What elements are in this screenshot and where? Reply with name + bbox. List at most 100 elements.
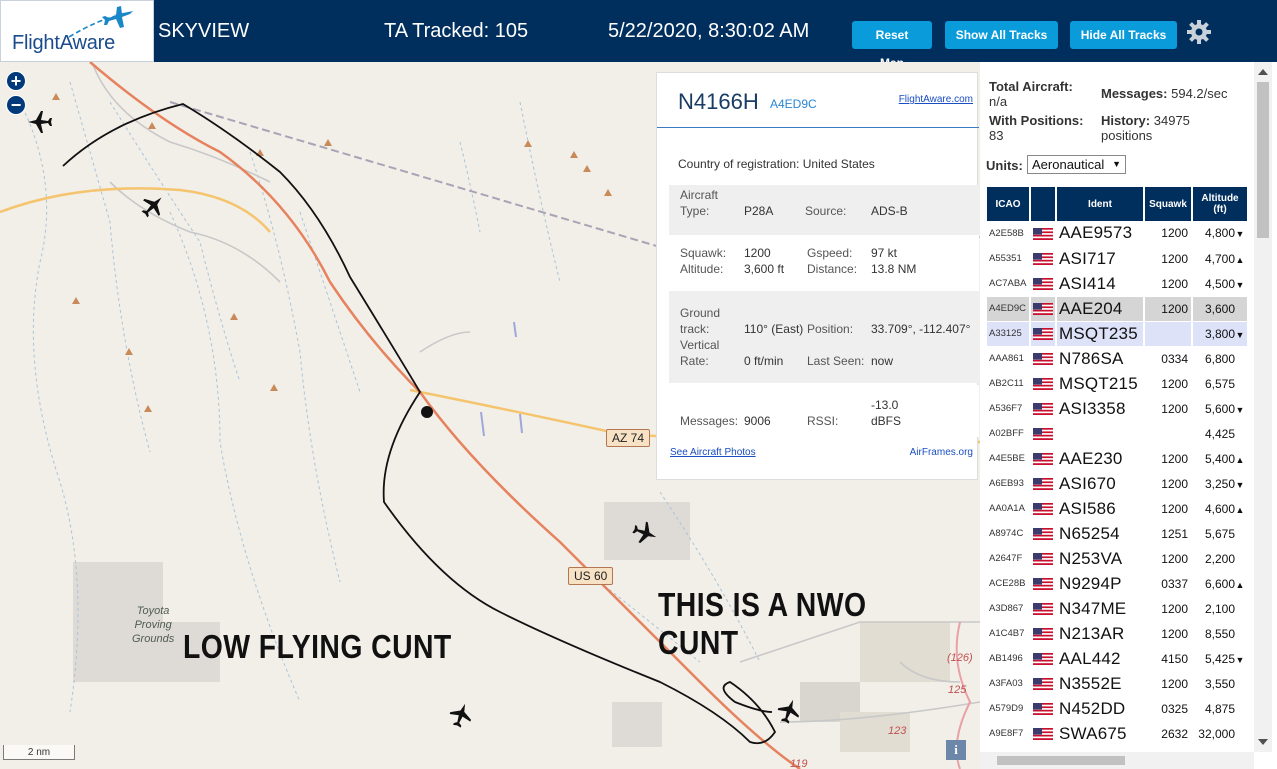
- cell-squawk: 1200: [1144, 496, 1193, 522]
- flightaware-logo[interactable]: FlightAware: [0, 0, 154, 62]
- cell-ident: ASI3358: [1056, 396, 1145, 422]
- cell-ident: ASI670: [1056, 471, 1145, 497]
- table-row[interactable]: A3D867 N347ME 1200 2,100: [987, 596, 1249, 622]
- altitude-value: 3,550: [1204, 676, 1235, 691]
- vertical-trend-icon: ▲: [1235, 254, 1245, 265]
- info-button[interactable]: i: [946, 740, 966, 760]
- table-row[interactable]: ACE28B N9294P 0337 6,600▲: [987, 571, 1249, 597]
- table-row[interactable]: A02BFF 4,425: [987, 421, 1249, 447]
- table-row[interactable]: A4ED9C AAE204 1200 3,600: [987, 296, 1249, 322]
- us-flag-icon: [1033, 228, 1053, 241]
- table-row[interactable]: AAA861 N786SA 0334 6,800: [987, 346, 1249, 372]
- cell-altitude: 4,700▲: [1192, 246, 1249, 272]
- cell-altitude: 5,600▼: [1192, 396, 1249, 422]
- cell-ident: AAE230: [1056, 446, 1145, 472]
- table-row[interactable]: A3FA03 N3552E 1200 3,550: [987, 671, 1249, 697]
- col-ident[interactable]: Ident: [1056, 187, 1145, 221]
- us-flag-icon: [1033, 653, 1053, 666]
- us-flag-icon: [1033, 478, 1053, 491]
- cell-squawk: 1200: [1144, 221, 1193, 247]
- cell-icao: A9E8F7: [987, 721, 1031, 747]
- col-icao[interactable]: ICAO: [987, 187, 1031, 221]
- units-select[interactable]: Aeronautical ▼: [1027, 155, 1126, 174]
- cell-altitude: 4,800▼: [1192, 221, 1249, 247]
- show-all-tracks-button[interactable]: Show All Tracks: [945, 21, 1058, 49]
- col-squawk[interactable]: Squawk: [1144, 187, 1193, 221]
- col-flag[interactable]: [1030, 187, 1057, 221]
- us-flag-icon: [1033, 578, 1053, 591]
- us-flag-icon: [1033, 678, 1053, 691]
- cell-flag: [1030, 496, 1057, 522]
- hide-all-tracks-button[interactable]: Hide All Tracks: [1070, 21, 1177, 49]
- zoom-out-button[interactable]: −: [6, 95, 26, 115]
- table-row[interactable]: A2647F N253VA 1200 2,200: [987, 546, 1249, 572]
- aircraft-photos-link[interactable]: See Aircraft Photos: [670, 447, 756, 458]
- airframes-link[interactable]: AirFrames.org: [910, 447, 973, 458]
- us-flag-icon: [1033, 253, 1053, 266]
- route-label-126: (126): [947, 652, 973, 664]
- detail-group-squawk: Squawk: 1200 Gspeed: 97 kt Altitude: 3,6…: [669, 235, 979, 291]
- cell-altitude: 3,600: [1192, 296, 1249, 322]
- tracked-count: TA Tracked: 105: [384, 20, 529, 42]
- table-row[interactable]: A4E5BE AAE230 1200 5,400▲: [987, 446, 1249, 472]
- us-flag-icon: [1033, 278, 1053, 291]
- table-row[interactable]: AA0A1A ASI586 1200 4,600▲: [987, 496, 1249, 522]
- table-row[interactable]: AB1496 AAL442 4150 5,425▼: [987, 646, 1249, 672]
- flightaware-link[interactable]: FlightAware.com: [899, 94, 973, 105]
- table-row[interactable]: A6EB93 ASI670 1200 3,250▼: [987, 471, 1249, 497]
- cell-ident: N65254: [1056, 521, 1145, 547]
- horizontal-scrollbar[interactable]: [980, 752, 1254, 769]
- table-row[interactable]: A55351 ASI717 1200 4,700▲: [987, 246, 1249, 272]
- table-row[interactable]: A1C4B7 N213AR 1200 8,550: [987, 621, 1249, 647]
- us-flag-icon: [1033, 703, 1053, 716]
- table-row[interactable]: A8974C N65254 1251 5,675: [987, 521, 1249, 547]
- hscroll-thumb[interactable]: [997, 756, 1125, 765]
- table-row[interactable]: A536F7 ASI3358 1200 5,600▼: [987, 396, 1249, 422]
- cell-icao: AA0A1A: [987, 496, 1031, 522]
- table-row[interactable]: AC7ABA ASI414 1200 4,500▼: [987, 271, 1249, 297]
- vertical-scrollbar[interactable]: [1254, 62, 1272, 752]
- scroll-up-icon[interactable]: [1258, 69, 1268, 75]
- table-row[interactable]: A33125 MSQT235 3,800▼: [987, 321, 1249, 347]
- messages-stat: Messages: 594.2/sec: [1101, 86, 1228, 101]
- cell-icao: ACE28B: [987, 571, 1031, 597]
- table-row[interactable]: AB2C11 MSQT215 1200 6,575: [987, 371, 1249, 397]
- col-altitude[interactable]: Altitude (ft): [1192, 187, 1249, 221]
- cell-squawk: 1200: [1144, 271, 1193, 297]
- panel-edge: [1272, 62, 1277, 769]
- altitude-value: 4,875: [1204, 701, 1235, 716]
- table-row[interactable]: A2E58B AAE9573 1200 4,800▼: [987, 221, 1249, 247]
- aircraft-detail-panel: N4166H A4ED9C FlightAware.com Country of…: [656, 72, 979, 480]
- table-row[interactable]: A579D9 N452DD 0325 4,875: [987, 696, 1249, 722]
- road-label-us60: US 60: [568, 567, 614, 585]
- vertical-trend-icon: ▲: [1235, 454, 1245, 465]
- cell-squawk: [1144, 421, 1193, 447]
- cell-icao: A579D9: [987, 696, 1031, 722]
- vertical-trend-icon: ▼: [1235, 654, 1245, 665]
- us-flag-icon: [1033, 328, 1053, 341]
- cell-flag: [1030, 571, 1057, 597]
- table-row[interactable]: A9E8F7 SWA675 2632 32,000: [987, 721, 1249, 747]
- altitude-value: 2,200: [1204, 551, 1235, 566]
- altitude-value: 4,700: [1204, 251, 1235, 266]
- cell-squawk: 1200: [1144, 446, 1193, 472]
- cell-squawk: 4150: [1144, 646, 1193, 672]
- gear-icon[interactable]: [1186, 19, 1212, 45]
- cell-altitude: 2,100: [1192, 596, 1249, 622]
- cell-squawk: 1200: [1144, 546, 1193, 572]
- map-scale: 2 nm: [3, 745, 75, 760]
- cell-squawk: 1200: [1144, 671, 1193, 697]
- cell-icao: A4ED9C: [987, 296, 1031, 322]
- cell-icao: A6EB93: [987, 471, 1031, 497]
- cell-squawk: 0334: [1144, 346, 1193, 372]
- cell-altitude: 3,550: [1192, 671, 1249, 697]
- scroll-down-icon[interactable]: [1258, 739, 1268, 745]
- zoom-in-button[interactable]: +: [6, 71, 26, 91]
- scroll-thumb[interactable]: [1257, 82, 1269, 238]
- cell-ident: AAE9573: [1056, 221, 1145, 247]
- annotation-nwo: THIS IS A NWO CUNT: [658, 586, 867, 661]
- cell-icao: AAA861: [987, 346, 1031, 372]
- cell-flag: [1030, 296, 1057, 322]
- reset-map-button[interactable]: Reset Map: [852, 21, 932, 70]
- top-bar: FlightAware SKYVIEW TA Tracked: 105 5/22…: [0, 0, 1277, 70]
